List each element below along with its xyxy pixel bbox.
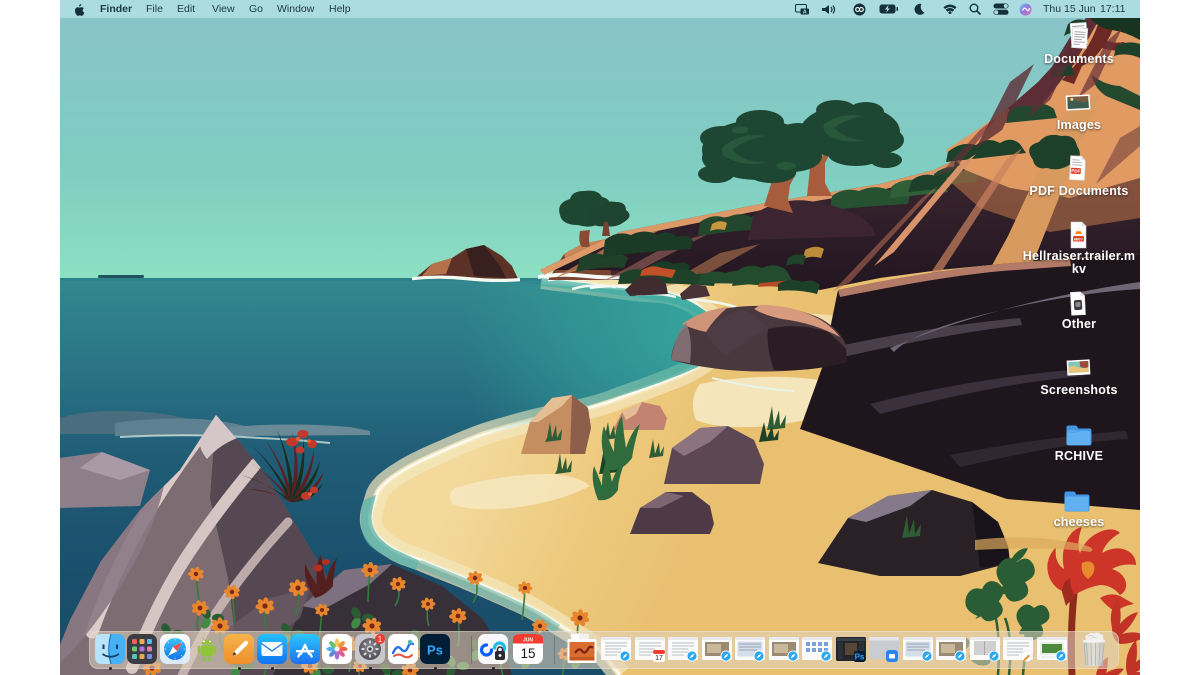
svg-text:PDF: PDF — [1071, 168, 1081, 173]
svg-text:A: A — [803, 9, 807, 14]
svg-text:Ps: Ps — [854, 653, 864, 662]
svg-text:Ps: Ps — [427, 643, 443, 658]
svg-text:MKV: MKV — [1074, 236, 1083, 241]
svg-text:JUN: JUN — [523, 637, 533, 643]
svg-text:1: 1 — [378, 635, 383, 644]
svg-text:15: 15 — [520, 646, 535, 661]
svg-text:17: 17 — [655, 655, 663, 662]
